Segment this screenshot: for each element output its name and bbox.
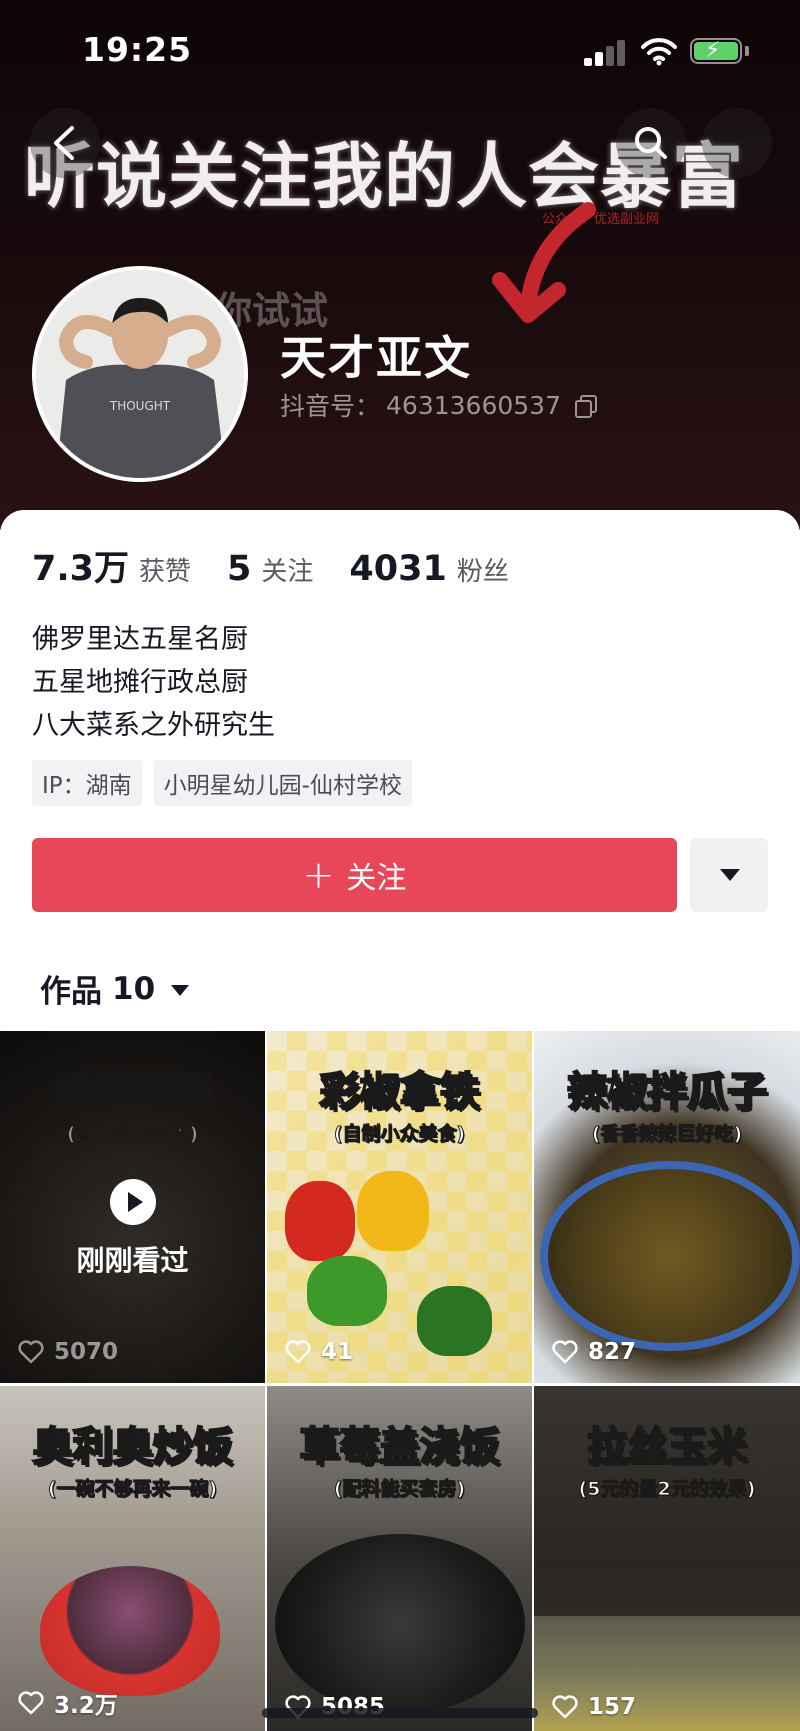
avatar[interactable]: THOUGHT (32, 266, 248, 482)
wifi-icon (641, 38, 677, 66)
search-icon (635, 127, 667, 159)
stat-label: 粉丝 (456, 557, 509, 587)
follow-button[interactable]: + 关注 (32, 838, 677, 912)
video-grid: 爆烤钢筋 (惊呆国外友人) 刚刚看过 5070 彩椒拿铁 (自制小众美食) 41… (0, 1031, 800, 1731)
search-button[interactable] (616, 108, 686, 178)
works-count: 10 (112, 970, 156, 1007)
video-subtitle: (5元的量2元的效果) (578, 1478, 756, 1501)
profile-name: 天才亚文 (280, 331, 472, 385)
heart-icon (285, 1340, 311, 1364)
battery-tip (745, 46, 749, 56)
bio-line: 八大菜系之外研究生 (32, 710, 275, 741)
video-subtitle: (配料能买套房) (333, 1478, 466, 1501)
heart-icon (552, 1340, 578, 1364)
video-tile[interactable]: 爆烤钢筋 (惊呆国外友人) 刚刚看过 5070 (0, 1031, 265, 1383)
school-tag[interactable]: 小明星幼儿园-仙村学校 (153, 760, 412, 806)
video-subtitle: (惊呆国外友人) (66, 1123, 199, 1146)
profile-id-row[interactable]: 抖音号： 46313660537 (280, 387, 597, 423)
cellular-signal-icon (584, 40, 628, 66)
profile-id-label: 抖音号： (280, 392, 381, 421)
video-likes: 157 (552, 1694, 636, 1720)
video-likes: 41 (285, 1339, 353, 1365)
stat-following[interactable]: 5 关注 (227, 549, 313, 589)
likes-count: 5070 (54, 1339, 119, 1365)
stat-label: 获赞 (139, 557, 192, 587)
video-tile[interactable]: 草莓盖浇饭 (配料能买套房) 5085 (267, 1386, 532, 1731)
copy-icon[interactable] (574, 395, 597, 418)
stat-value: 4031 (349, 549, 447, 589)
stat-label: 关注 (261, 557, 314, 587)
profile-tags: IP：湖南 小明星幼儿园-仙村学校 (32, 760, 412, 806)
profile-id-value: 46313660537 (386, 390, 561, 420)
likes-count: 157 (588, 1694, 637, 1720)
bio-line: 五星地摊行政总厨 (32, 667, 248, 698)
profile-bio: 佛罗里达五星名厨 五星地摊行政总厨 八大菜系之外研究生 (32, 618, 275, 747)
stat-followers[interactable]: 4031 粉丝 (349, 549, 508, 589)
red-arrow-icon (492, 202, 596, 323)
bio-line: 佛罗里达五星名厨 (32, 624, 248, 655)
stat-value: 7.3万 (32, 549, 130, 589)
stat-value: 5 (227, 549, 252, 589)
video-likes: 827 (552, 1339, 636, 1365)
avatar-photo: THOUGHT (36, 270, 244, 478)
chevron-left-icon (54, 126, 74, 160)
video-tile[interactable]: 辣椒拌瓜子 (香香辣辣巨好吃) 827 (534, 1031, 800, 1383)
recommend-dropdown-button[interactable] (690, 838, 768, 912)
video-subtitle: (一碗不够再来一碗) (47, 1478, 218, 1501)
more-button[interactable] (702, 108, 772, 178)
likes-count: 827 (588, 1339, 637, 1365)
follow-label: 关注 (346, 861, 407, 896)
video-title: 奥利奥炒饭 (32, 1423, 234, 1471)
video-title: 彩椒拿铁 (319, 1068, 481, 1116)
video-title: 辣椒拌瓜子 (566, 1068, 768, 1116)
heart-icon (18, 1340, 44, 1364)
stat-likes[interactable]: 7.3万 获赞 (32, 540, 191, 591)
profile-banner: 听说关注我的人会暴富 你试试 公众号：优选副业网 19:25 ⚡ THOUGHT… (0, 0, 800, 530)
plus-icon: + (302, 853, 335, 897)
video-title: 爆烤钢筋 (52, 1068, 214, 1116)
video-likes: 5070 (18, 1339, 118, 1365)
tab-works[interactable]: 作品 10 (40, 966, 190, 1011)
heart-icon (18, 1691, 44, 1715)
caret-down-icon (171, 985, 190, 996)
status-bar: 19:25 ⚡ (0, 0, 800, 100)
svg-text:THOUGHT: THOUGHT (109, 399, 171, 413)
play-icon (110, 1179, 156, 1225)
video-tile[interactable]: 奥利奥炒饭 (一碗不够再来一碗) 3.2万 (0, 1386, 265, 1731)
ip-location-tag: IP：湖南 (32, 760, 142, 806)
heart-icon (552, 1695, 578, 1719)
works-tab-label: 作品 (40, 974, 102, 1010)
home-indicator (262, 1708, 538, 1718)
status-time: 19:25 (82, 30, 193, 69)
video-title: 拉丝玉米 (586, 1423, 748, 1471)
back-button[interactable] (30, 108, 100, 178)
likes-count: 3.2万 (54, 1693, 118, 1719)
video-subtitle: (香香辣辣巨好吃) (591, 1123, 743, 1146)
battery-icon: ⚡ (690, 38, 742, 64)
video-subtitle: (自制小众美食) (333, 1123, 466, 1146)
recently-watched-label: 刚刚看过 (76, 1244, 189, 1277)
profile-stats: 7.3万 获赞 5 关注 4031 粉丝 (32, 540, 545, 591)
video-title: 草莓盖浇饭 (299, 1423, 501, 1471)
video-tile[interactable]: 拉丝玉米 (5元的量2元的效果) 157 (534, 1386, 800, 1731)
video-tile[interactable]: 彩椒拿铁 (自制小众美食) 41 (267, 1031, 532, 1383)
likes-count: 41 (321, 1339, 354, 1365)
video-likes: 3.2万 (18, 1686, 118, 1720)
